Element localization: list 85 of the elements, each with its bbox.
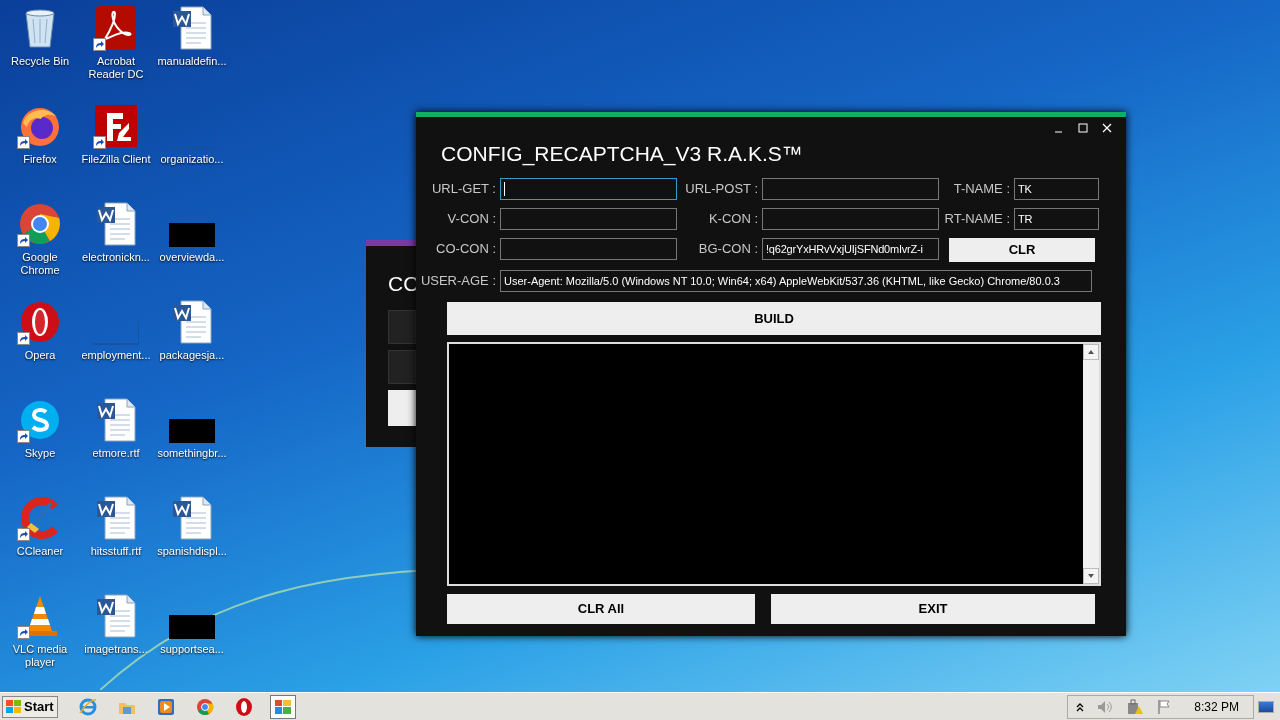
clock[interactable]: 8:32 PM [1194,697,1239,716]
desktop-icon[interactable]: VLC media player [2,593,78,691]
flag-icon[interactable] [1156,698,1173,715]
field-label: URL-GET : [430,180,496,198]
text-field[interactable]: TR [1014,208,1099,230]
icon-label: Acrobat Reader DC [87,55,145,81]
desktop-icon[interactable]: organizatio... [154,103,230,201]
icon-label: imagetrans... [83,643,149,656]
window-title: CONFIG_RECAPTCHA_V3 R.A.K.S™ [440,141,804,167]
field-label: K-CON : [707,210,758,228]
field-label: BG-CON : [697,240,758,258]
icon-label: packagesja... [158,349,226,362]
scrollbar[interactable] [1083,344,1099,584]
scroll-up-icon[interactable] [1083,344,1099,360]
icon-label: FileZilla Client [80,153,152,166]
desktop-icon[interactable]: imagetrans... [78,593,154,691]
text-field[interactable] [500,238,677,260]
field-label: URL-POST : [684,180,758,198]
redacted-thumbnail-icon [169,223,215,247]
build-button[interactable]: BUILD [447,302,1101,335]
icon-label: employment... [80,349,152,362]
icon-label: Google Chrome [19,251,61,277]
desktop-icon[interactable]: CCleaner [2,495,78,593]
field-label: RT-NAME : [943,210,1010,228]
action-button[interactable]: EXIT [771,594,1095,624]
maximize-icon[interactable] [1078,123,1088,133]
desktop-icon[interactable]: Recycle Bin [2,5,78,103]
close-icon[interactable] [1102,123,1112,133]
field-label: CO-CON : [435,240,496,258]
redacted-thumbnail-icon [169,615,215,639]
desktop-icon[interactable]: Opera [2,299,78,397]
text-field[interactable]: !q62grYxHRvVxjUIjSFNd0mIvrZ-i [762,238,939,260]
filezilla-icon [93,103,139,149]
text-field[interactable] [762,208,939,230]
text-field[interactable] [762,178,939,200]
icon-label: somethingbr... [156,447,228,460]
field-label: T-NAME : [952,180,1010,198]
desktop-icon[interactable]: employment... [78,299,154,397]
icon-label: hitsstuff.rtf [89,545,143,558]
desktop-icon[interactable]: overviewda... [154,201,230,299]
desktop-icon[interactable]: Acrobat Reader DC [78,5,154,103]
icon-label: supportsea... [159,643,225,656]
icon-label: Skype [23,447,57,460]
start-button[interactable]: Start [2,695,58,718]
show-desktop-button[interactable] [1258,700,1274,713]
desktop-icon[interactable]: spanishdispl... [154,495,230,593]
chrome-icon [17,201,63,247]
text-cursor [504,182,505,196]
text-field[interactable] [500,208,677,230]
clear-button[interactable]: CLR [949,238,1095,262]
desktop-icon[interactable]: electronickn... [78,201,154,299]
icon-label: organizatio... [159,153,225,166]
field-label: USER-AGE : [419,272,496,290]
text-field[interactable]: User-Agent: Mozilla/5.0 (Windows NT 10.0; Win64; x64) AppleWebKit/537.36 (KHTML, like Gecko) Chrome/80.0.3 [500,270,1092,292]
chevron-up-icon[interactable] [1076,701,1085,712]
light-button[interactable] [388,389,416,426]
redacted-thumbnail-icon [169,419,215,443]
desktop-icon[interactable]: FileZilla Client [78,103,154,201]
network-warning-icon[interactable] [1126,698,1145,715]
blank-thumbnail-icon [93,321,139,345]
desktop-icon[interactable]: hitsstuff.rtf [78,495,154,593]
text-field[interactable]: TK [1014,178,1099,200]
text-field[interactable] [500,178,677,200]
desktop-icon[interactable]: Firefox [2,103,78,201]
field-label: V-CON : [446,210,496,228]
pdf-app-icon [93,5,139,51]
desktop-icon[interactable]: somethingbr... [154,397,230,495]
windows-logo-icon [6,699,22,714]
desktop-icon[interactable]: packagesja... [154,299,230,397]
icon-label: spanishdispl... [156,545,228,558]
scroll-down-icon[interactable] [1083,568,1099,584]
desktop-icon[interactable]: manualdefin... [154,5,230,103]
desktop-icon[interactable]: etmore.rtf [78,397,154,495]
icon-label: manualdefin... [156,55,228,68]
icon-label: etmore.rtf [91,447,141,460]
icon-label: electronickn... [81,251,151,264]
icon-label: Firefox [22,153,58,166]
desktop-icon[interactable]: Google Chrome [2,201,78,299]
icon-label: CCleaner [15,545,65,558]
desktop-icon[interactable]: Skype [2,397,78,495]
action-button[interactable]: CLR All [447,594,755,624]
icon-label: Opera [23,349,57,362]
icon-label: Recycle Bin [9,55,71,68]
icon-label: overviewda... [158,251,226,264]
icon-label: VLC media player [11,643,69,669]
